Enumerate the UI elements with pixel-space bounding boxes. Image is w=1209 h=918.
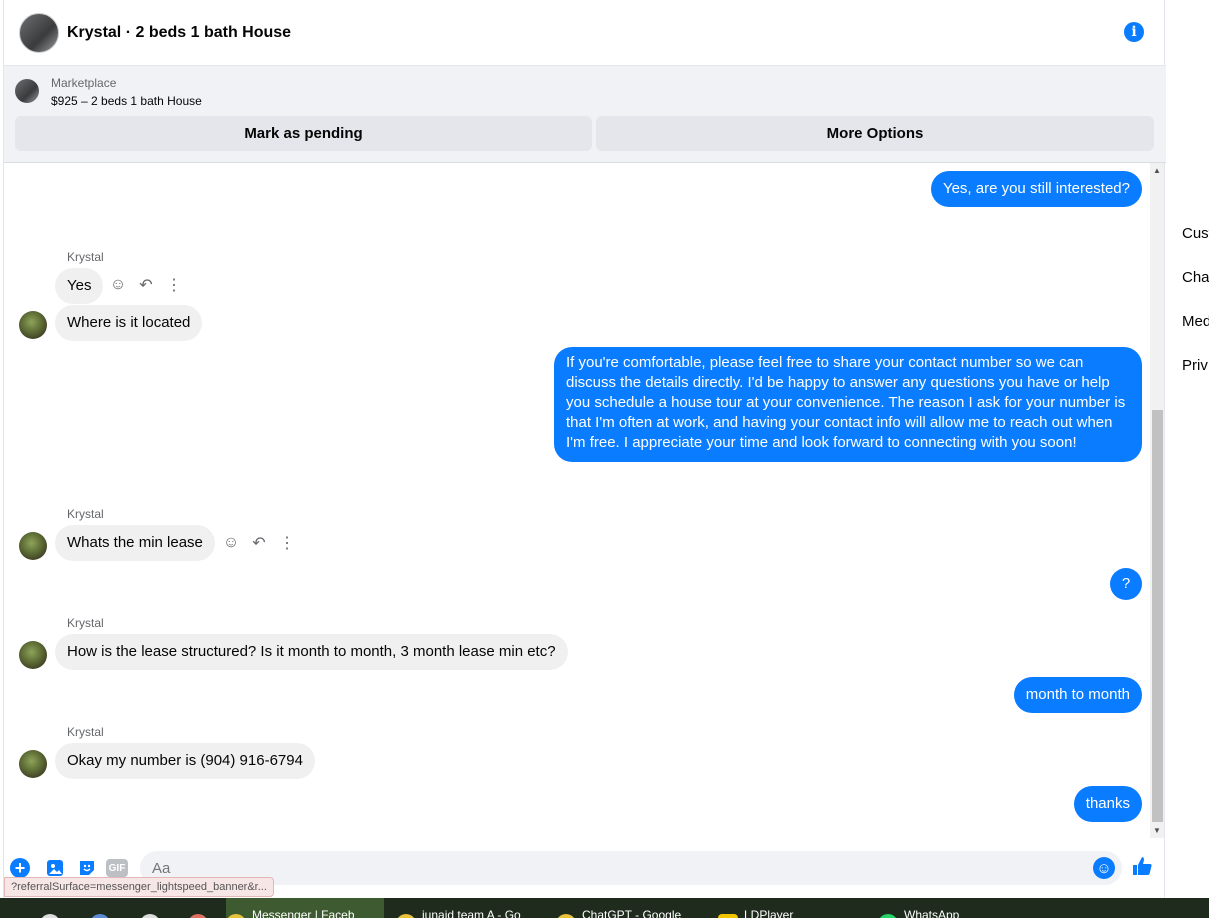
info-icon[interactable]: i	[1124, 22, 1144, 42]
reply-icon[interactable]: ↶	[250, 534, 268, 552]
avatar[interactable]	[19, 641, 47, 669]
message-outgoing[interactable]: month to month	[1013, 677, 1142, 713]
reply-icon[interactable]: ↶	[137, 276, 155, 294]
taskbar-item-label: Messenger | Faceb	[252, 908, 355, 918]
taskbar-item-label: ChatGPT - Google	[582, 908, 682, 918]
message-outgoing[interactable]: thanks	[1073, 786, 1142, 822]
message-scrollbar[interactable]: ▲ ▼	[1150, 163, 1164, 838]
taskbar-item-label: junaid team A - Go	[422, 908, 521, 918]
message-incoming[interactable]: Whats the min lease	[55, 525, 215, 561]
message-incoming[interactable]: Okay my number is (904) 916-6794	[55, 743, 315, 779]
taskbar-item-messenger[interactable]: Messenger | Faceb	[226, 898, 384, 918]
scroll-down-icon[interactable]: ▼	[1153, 826, 1161, 835]
taskbar-app-icon[interactable]	[140, 898, 166, 918]
side-menu-item[interactable]: Priv	[1182, 357, 1208, 374]
message-outgoing[interactable]: ?	[1110, 568, 1142, 600]
message-actions: ☺ ↶ ⋮	[109, 275, 183, 295]
taskbar-item-whatsapp[interactable]: WhatsApp	[878, 898, 1018, 918]
side-menu-item[interactable]: Cust	[1182, 225, 1209, 242]
message-actions: ☺ ↶ ⋮	[222, 533, 296, 553]
gif-icon[interactable]: GIF	[106, 859, 128, 877]
thumbs-up-icon[interactable]	[1131, 855, 1153, 883]
react-icon[interactable]: ☺	[109, 276, 127, 294]
avatar[interactable]	[19, 750, 47, 778]
taskbar-app-icon[interactable]	[40, 898, 66, 918]
sender-name: Krystal	[67, 250, 104, 264]
marketplace-label: Marketplace	[51, 76, 117, 90]
taskbar-item-ldplayer[interactable]: LDPlayer	[718, 898, 858, 918]
os-taskbar: Messenger | Faceb junaid team A - Go Cha…	[0, 898, 1209, 918]
message-outgoing[interactable]: Yes, are you still interested?	[930, 171, 1142, 207]
mark-as-pending-button[interactable]: Mark as pending	[15, 116, 592, 151]
side-menu-item[interactable]: Cha	[1182, 269, 1209, 286]
sticker-icon[interactable]	[76, 857, 98, 879]
taskbar-item-chrome[interactable]: junaid team A - Go	[396, 898, 536, 918]
message-incoming[interactable]: How is the lease structured? Is it month…	[55, 634, 568, 670]
taskbar-item-label: WhatsApp	[904, 908, 960, 918]
listing-summary[interactable]: $925 – 2 beds 1 bath House	[51, 94, 202, 108]
message-incoming[interactable]: Where is it located	[55, 305, 203, 341]
conversation-title[interactable]: Krystal · 2 beds 1 bath House	[67, 24, 291, 42]
sender-name: Krystal	[67, 725, 104, 739]
avatar[interactable]	[19, 311, 47, 339]
message-outgoing[interactable]: If you're comfortable, please feel free …	[554, 347, 1142, 462]
taskbar-item-label: LDPlayer	[744, 908, 794, 918]
more-icon[interactable]: ⋮	[278, 534, 296, 552]
message-input[interactable]	[140, 851, 1122, 885]
conversation-header: Krystal · 2 beds 1 bath House i	[4, 0, 1166, 66]
chat-panel: Krystal · 2 beds 1 bath House i Marketpl…	[3, 0, 1166, 898]
avatar[interactable]	[19, 532, 47, 560]
react-icon[interactable]: ☺	[222, 534, 240, 552]
message-list: Yes, are you still interested? Krystal Y…	[4, 163, 1150, 840]
sender-name: Krystal	[67, 616, 104, 630]
taskbar-app-icon[interactable]	[188, 898, 214, 918]
more-options-button[interactable]: More Options	[596, 116, 1154, 151]
sender-name: Krystal	[67, 507, 104, 521]
photo-icon[interactable]	[44, 857, 66, 879]
scroll-thumb[interactable]	[1152, 410, 1163, 822]
right-side-menu: Cust Cha Med Priv	[1166, 0, 1209, 898]
message-incoming[interactable]: Yes	[55, 268, 104, 304]
taskbar-app-icon[interactable]	[90, 898, 116, 918]
taskbar-item-chatgpt[interactable]: ChatGPT - Google	[556, 898, 696, 918]
status-url-tooltip: ?referralSurface=messenger_lightspeed_ba…	[4, 877, 274, 897]
marketplace-banner: Marketplace $925 – 2 beds 1 bath House M…	[4, 66, 1166, 163]
scroll-up-icon[interactable]: ▲	[1153, 166, 1161, 175]
plus-icon[interactable]: +	[10, 858, 30, 878]
app-root: Krystal · 2 beds 1 bath House i Marketpl…	[0, 0, 1209, 918]
listing-thumbnail[interactable]	[15, 79, 39, 103]
side-menu-item[interactable]: Med	[1182, 313, 1209, 330]
listing-avatar[interactable]	[19, 12, 59, 53]
more-icon[interactable]: ⋮	[165, 276, 183, 294]
emoji-icon[interactable]: ☺	[1093, 857, 1115, 879]
